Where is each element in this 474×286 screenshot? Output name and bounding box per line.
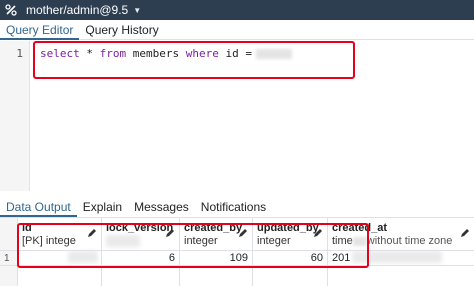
tab-notifications[interactable]: Notifications bbox=[195, 197, 272, 217]
titlebar: mother/admin@9.5 ▼ bbox=[0, 0, 474, 20]
row-number: 1 bbox=[4, 253, 10, 264]
output-tabs: Data Output Explain Messages Notificatio… bbox=[0, 196, 474, 218]
connection-label: mother/admin@9.5 bbox=[26, 3, 129, 17]
row-number-column: 1 bbox=[0, 218, 18, 286]
highlight-box-result bbox=[17, 223, 369, 268]
tab-messages[interactable]: Messages bbox=[128, 197, 195, 217]
line-number: 1 bbox=[16, 47, 23, 60]
pencil-icon[interactable] bbox=[460, 228, 470, 238]
tab-query-history[interactable]: Query History bbox=[79, 20, 164, 40]
tab-query-editor[interactable]: Query Editor bbox=[0, 20, 80, 40]
highlight-box-query bbox=[33, 41, 355, 79]
query-tabs: Query Editor Query History bbox=[0, 20, 474, 40]
tab-explain[interactable]: Explain bbox=[77, 197, 128, 217]
chevron-down-icon: ▼ bbox=[133, 5, 142, 15]
tab-data-output[interactable]: Data Output bbox=[0, 197, 77, 217]
database-connection-icon[interactable] bbox=[0, 0, 22, 20]
connection-selector[interactable]: mother/admin@9.5 ▼ bbox=[22, 3, 141, 17]
column-type-end: without time zone bbox=[366, 235, 453, 247]
sql-editor[interactable]: 1 select * from members where id = bbox=[0, 41, 474, 191]
line-gutter: 1 bbox=[0, 41, 30, 191]
